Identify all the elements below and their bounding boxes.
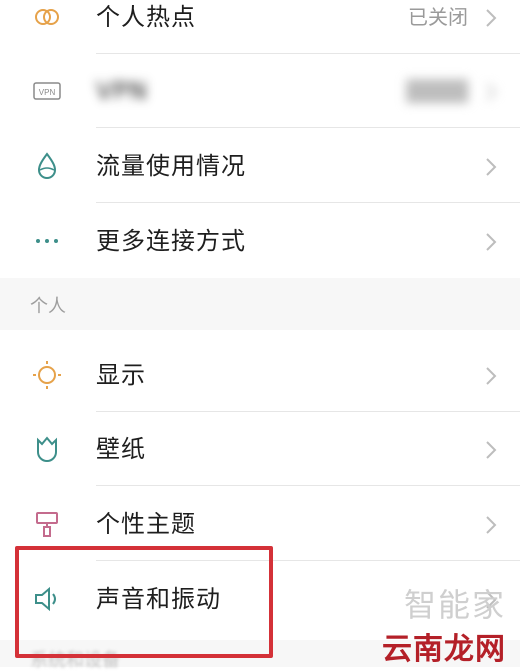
more-connections-label: 更多连接方式 bbox=[96, 227, 246, 255]
vpn-label: VPN bbox=[96, 77, 148, 105]
chevron-right-icon bbox=[486, 516, 497, 534]
chevron-right-icon bbox=[486, 158, 497, 176]
highlight-box bbox=[15, 546, 273, 658]
droplet-icon bbox=[37, 152, 57, 179]
hotspot-label: 个人热点 bbox=[96, 3, 196, 31]
row-hotspot[interactable]: 个人热点 已关闭 bbox=[0, 0, 520, 54]
divider bbox=[96, 127, 520, 128]
wallpaper-label: 壁纸 bbox=[96, 435, 146, 463]
row-data-usage[interactable]: 流量使用情况 bbox=[0, 129, 520, 203]
display-label: 显示 bbox=[96, 361, 146, 389]
section-title: 个人 bbox=[30, 296, 66, 317]
tulip-icon bbox=[37, 436, 57, 462]
data-usage-label: 流量使用情况 bbox=[96, 152, 246, 180]
vpn-status: ████ bbox=[406, 79, 468, 103]
chevron-right-icon bbox=[486, 441, 497, 459]
watermark: 智能家 云南龙网 bbox=[382, 580, 506, 668]
svg-text:VPN: VPN bbox=[39, 88, 56, 97]
divider bbox=[96, 485, 520, 486]
row-vpn[interactable]: VPN VPN ████ bbox=[0, 54, 520, 128]
watermark-bottom: 云南龙网 bbox=[382, 632, 506, 667]
hotspot-icon bbox=[35, 9, 59, 25]
chevron-right-icon bbox=[486, 233, 497, 251]
more-dots-icon bbox=[36, 239, 58, 243]
section-header-personal: 个人 bbox=[0, 278, 520, 330]
row-more-connections[interactable]: 更多连接方式 bbox=[0, 204, 520, 278]
hotspot-status: 已关闭 bbox=[408, 5, 468, 29]
paint-roller-icon bbox=[36, 512, 58, 537]
vpn-icon: VPN bbox=[33, 82, 61, 100]
chevron-right-icon bbox=[486, 367, 497, 385]
divider bbox=[96, 202, 520, 203]
row-display[interactable]: 显示 bbox=[0, 338, 520, 412]
row-wallpaper[interactable]: 壁纸 bbox=[0, 412, 520, 486]
watermark-top: 智能家 bbox=[403, 586, 506, 624]
chevron-right-icon bbox=[486, 83, 497, 101]
sun-icon bbox=[33, 361, 61, 389]
chevron-right-icon bbox=[486, 9, 497, 27]
